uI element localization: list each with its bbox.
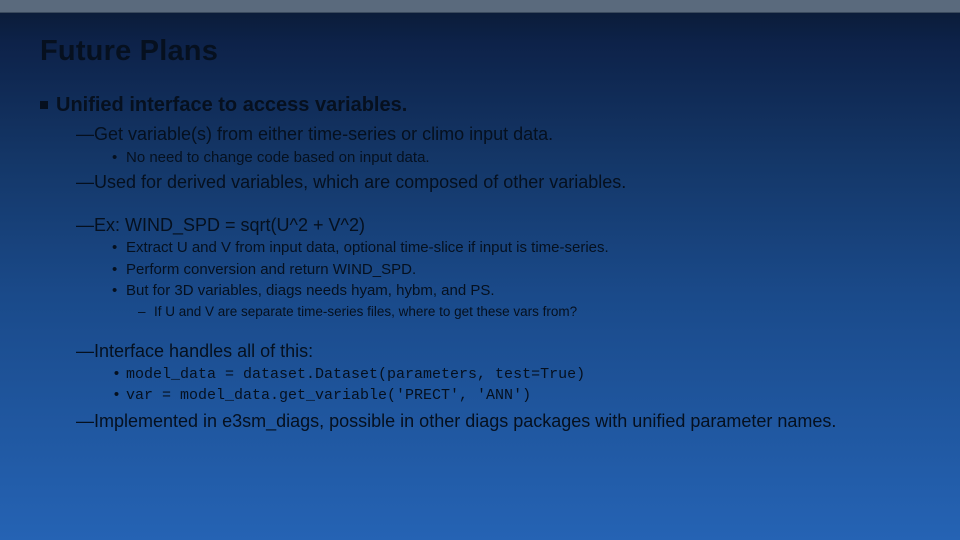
sub-list: —Get variable(s) from either time-series… (78, 123, 920, 432)
code-text: var = model_data.get_variable('PRECT', '… (126, 387, 531, 404)
code-line: •model_data = dataset.Dataset(parameters… (112, 365, 920, 385)
dash-icon: — (76, 340, 94, 363)
list-item: —Used for derived variables, which are c… (78, 171, 920, 194)
dot-icon: • (112, 148, 126, 168)
list-item-text: Interface handles all of this: (94, 341, 313, 361)
dot-icon: • (112, 238, 126, 258)
bullet-heading-text: Unified interface to access variables. (56, 94, 407, 116)
list-item-text: Perform conversion and return WIND_SPD. (126, 261, 416, 278)
list-item-text: Extract U and V from input data, optiona… (126, 239, 609, 256)
list-item: —Get variable(s) from either time-series… (78, 123, 920, 146)
dash-icon: — (76, 214, 94, 237)
list-item-text: No need to change code based on input da… (126, 149, 430, 166)
list-item: —Interface handles all of this: (78, 340, 920, 363)
list-item-text: If U and V are separate time-series file… (154, 304, 577, 319)
slide: Future Plans Unified interface to access… (0, 0, 960, 540)
list-item: –If U and V are separate time-series fil… (138, 303, 920, 321)
square-bullet-icon (40, 101, 48, 109)
dot-icon: • (112, 260, 126, 280)
code-text: model_data = dataset.Dataset(parameters,… (126, 366, 585, 383)
list-item: •Extract U and V from input data, option… (112, 238, 920, 258)
dot-icon: • (112, 281, 126, 301)
list-item-text: But for 3D variables, diags needs hyam, … (126, 282, 495, 299)
dash-icon: — (76, 171, 94, 194)
dash-icon: — (76, 123, 94, 146)
list-item-text: Get variable(s) from either time-series … (94, 124, 553, 144)
list-item-text: Ex: WIND_SPD = sqrt(U^2 + V^2) (94, 215, 365, 235)
list-item: —Implemented in e3sm_diags, possible in … (78, 410, 920, 433)
list-item-text: Used for derived variables, which are co… (94, 172, 626, 192)
list-item: •No need to change code based on input d… (112, 148, 920, 168)
list-item: •Perform conversion and return WIND_SPD. (112, 260, 920, 280)
dash-icon: — (76, 410, 94, 433)
dot-icon: • (112, 386, 126, 406)
dash-icon: – (138, 303, 154, 321)
content-area: Future Plans Unified interface to access… (0, 13, 960, 432)
list-item: •But for 3D variables, diags needs hyam,… (112, 281, 920, 301)
dot-icon: • (112, 365, 126, 385)
bullet-heading: Unified interface to access variables. (40, 94, 920, 117)
list-item-text: Implemented in e3sm_diags, possible in o… (94, 411, 836, 431)
page-title: Future Plans (40, 35, 920, 68)
code-line: •var = model_data.get_variable('PRECT', … (112, 386, 920, 406)
list-item: —Ex: WIND_SPD = sqrt(U^2 + V^2) (78, 214, 920, 237)
top-bar (0, 0, 960, 13)
